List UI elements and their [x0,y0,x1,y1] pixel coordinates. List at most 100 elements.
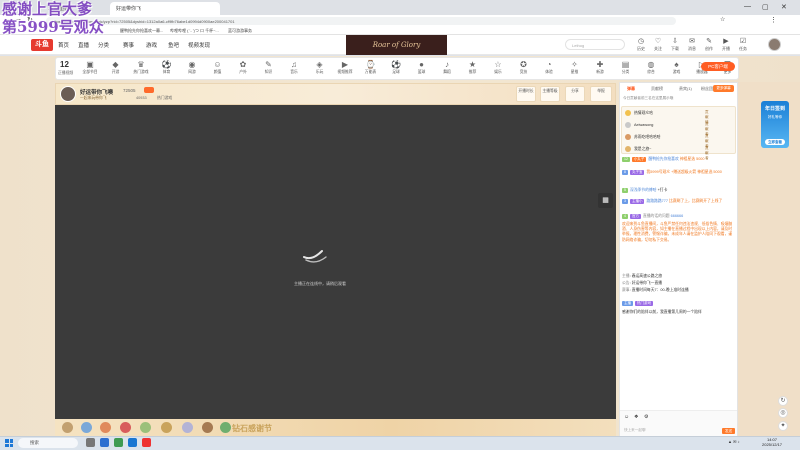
more-danmu-button[interactable]: 更多弹幕 [713,85,734,92]
bookmark-item[interactable]: 哔哩哔哩 ( '- ')つ ロ 千杯~... [170,28,219,34]
category-item[interactable]: ◔ 体验 [539,59,559,75]
promo-ad-card[interactable]: 年日签到 好礼等你 立即查看 [761,101,789,148]
chat-input[interactable]: 快上来一起聊 [624,428,694,434]
category-item[interactable]: ♠ 游戏 [667,59,687,75]
category-item[interactable]: ◉ 网游 [182,59,202,75]
chat-message[interactable]: 3 主播小 路路路路777 比赛刷了上，比赛刷开了上线了 [622,199,735,204]
gift-icon[interactable] [161,422,172,433]
category-item[interactable]: ● 篮球 [412,59,432,75]
broadcast-icon[interactable]: ▶ 开播 [719,38,733,52]
chat-message[interactable]: 4 官方 直播的话的问题 666666 [622,214,735,219]
emoji-icon[interactable]: ☺ [624,414,629,420]
windows-start-icon[interactable] [5,439,13,447]
gift-icon[interactable] [100,422,111,433]
promo-banner[interactable]: Roar of Glory [346,35,447,55]
taskbar-search[interactable]: 搜索 [18,438,78,448]
ad-button[interactable]: 立即查看 [765,139,785,145]
category-item[interactable]: ▤ 分类 [616,59,636,75]
category-item[interactable]: ★ 推荐 [463,59,483,75]
minimize-icon[interactable]: — [744,3,751,10]
rank-item[interactable]: 我是之旅~ 贡献者 [625,146,709,160]
category-item[interactable]: ✚ 新游 [590,59,610,75]
chrome-icon[interactable] [114,438,123,447]
edge-icon[interactable] [128,438,137,447]
rank-item[interactable]: 热情观众哈 贡献值 [625,110,709,124]
follow-button[interactable] [144,87,154,93]
category-item[interactable]: ▣ 全部节目 [80,59,100,75]
chat-username[interactable]: 深浅季节的傅哈 [630,188,657,192]
rank-item[interactable]: 苏雨吃吧哈哈哈 贡献者 [625,134,709,148]
taskbar-clock[interactable]: 14:07 2025/12/17 [762,437,782,447]
category-item[interactable]: ⚽ 足球 [386,59,406,75]
header-box-duration[interactable]: 开播时长 [516,86,536,102]
chat-username[interactable]: 路路路路777 [646,199,668,203]
close-icon[interactable]: ✕ [781,3,787,11]
gift-icon[interactable] [202,422,213,433]
tab-danmu[interactable]: 弹幕 [627,86,635,92]
create-icon[interactable]: ✎ 创作 [702,38,716,52]
task-icon[interactable]: ☑ 任务 [736,38,750,52]
gift-panel-icon[interactable]: ❖ [634,414,638,420]
nav-category[interactable]: 分类 [98,41,109,49]
streamer-name[interactable]: 好运带你飞噢 [80,88,113,96]
rank-item[interactable]: Aeiwawong 贡献者 [625,122,709,136]
chat-message[interactable]: 5 深浅季节的傅哈 +打卡 [622,188,735,193]
site-logo[interactable]: 斗鱼 [31,39,53,51]
search-input[interactable]: Lethog [565,39,625,50]
category-item[interactable]: ✿ 户外 [233,59,253,75]
gift-icon[interactable] [182,422,193,433]
system-tray-icons[interactable]: ▲ ✉ ♪ [728,439,740,444]
live-tool-icon[interactable]: ✦ [778,421,788,431]
header-box-report[interactable]: 举报 [590,86,612,102]
tab-contribution[interactable]: 贡献榜 [651,86,663,92]
chat-message[interactable]: 8 丸子宝 我5999号观众 +赠送超级火箭 神祖星选 5000 [622,170,735,175]
settings-icon[interactable]: ⚙ [644,414,648,420]
tab-vip[interactable]: 贵宾(1) [679,86,692,92]
header-box-share[interactable]: 分享 [565,86,585,102]
bookmark-item[interactable]: 醒鸭抢先你抢喜欢一幕... [120,28,163,34]
category-item[interactable]: ◍ 综合 [641,59,661,75]
menu-icon[interactable]: ⋮ [770,16,777,24]
target-icon[interactable]: ◎ [778,408,788,418]
category-item[interactable]: ✧ 星推 [565,59,585,75]
browser-tab-active[interactable]: 好运带你飞 [110,2,220,15]
message-icon[interactable]: ✉ 消息 [685,38,699,52]
explorer-icon[interactable] [100,438,109,447]
maximize-icon[interactable]: ▢ [762,3,769,11]
task-view-icon[interactable] [86,438,95,447]
gift-icon[interactable] [81,422,92,433]
url-field[interactable]: https://www.douyu.com/topic/yzp?rid=7250… [46,17,676,25]
nav-fishbar[interactable]: 鱼吧 [168,41,179,49]
category-item[interactable]: ◈ 乐玩 [310,59,330,75]
category-item[interactable]: ✪ 竞技 [514,59,534,75]
category-item[interactable]: ☺ 颜值 [208,59,228,75]
chat-message[interactable]: 感谢你们的陪伴以前，我直播第几周的一个陪伴 [622,310,735,315]
gift-icon[interactable] [120,422,131,433]
category-item[interactable]: ♛ 热门游戏 [131,59,151,75]
calendar-icon[interactable]: ▦ [598,193,613,208]
header-box-level[interactable]: 主播等级 [540,86,560,102]
star-icon[interactable]: ☆ [720,16,725,23]
category-item[interactable]: ♫ 音乐 [284,59,304,75]
category-item[interactable]: ✎ 知识 [259,59,279,75]
gift-icon[interactable] [220,422,231,433]
chat-message[interactable]: 主播 热门游戏 [622,301,735,306]
follow-icon[interactable]: ♡ 关注 [651,38,665,52]
chat-message[interactable]: 12 小丸子 醒鸭抢先你抢喜欢 神祖星选 5000 [622,157,735,162]
category-item[interactable]: ♪ 舞蹈 [437,59,457,75]
user-avatar[interactable] [768,38,781,51]
gift-icon[interactable] [62,422,73,433]
chat-username[interactable]: 直播的话的问题 [643,214,670,218]
tab-fans[interactable]: 粉丝团 [701,86,713,92]
app-icon[interactable] [142,438,151,447]
bookmark-item[interactable]: 蓝可游游事务 [228,28,252,34]
category-item[interactable]: ⌚ 万能表 [361,59,381,75]
send-button[interactable]: 发送 [722,428,735,434]
category-item[interactable]: ▶ 视频推荐 [335,59,355,75]
category-item[interactable]: ☆ 娱乐 [488,59,508,75]
nav-live[interactable]: 直播 [78,41,89,49]
gift-icon[interactable] [140,422,151,433]
history-icon[interactable]: ◷ 历史 [634,38,648,52]
hot-rank[interactable]: 热门游戏 [157,96,172,101]
nav-events[interactable]: 赛事 [123,41,134,49]
